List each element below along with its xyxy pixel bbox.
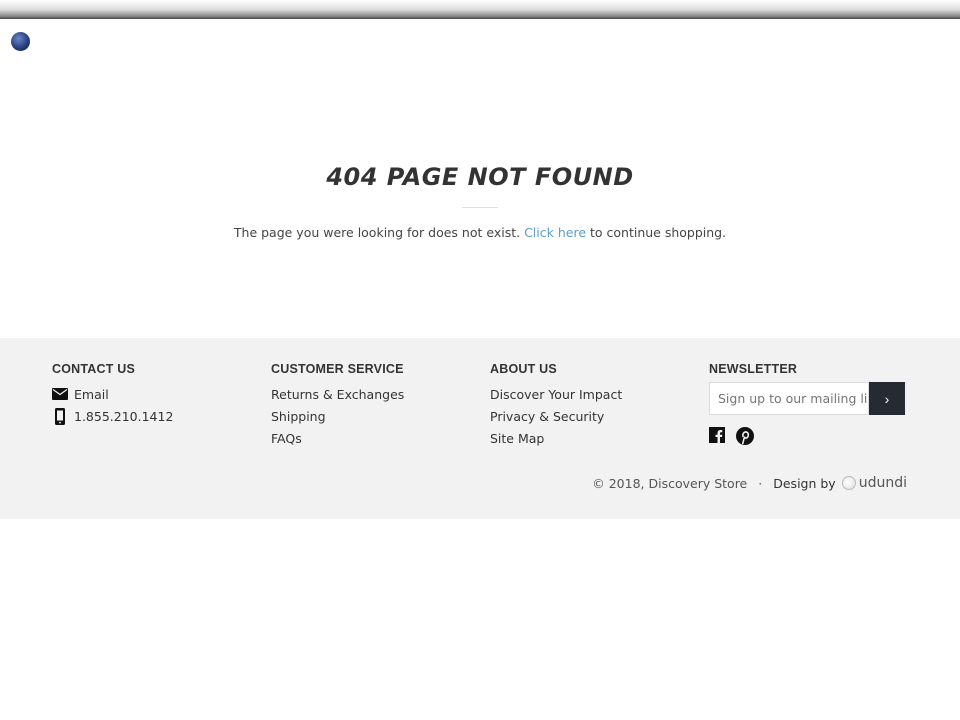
facebook-icon[interactable] (709, 427, 725, 449)
contact-column: CONTACT US Email 1.855.210.1412 (52, 362, 173, 427)
announcement-bar (0, 0, 960, 19)
copyright-bar: © 2018, Discovery Store · Design by udun… (592, 475, 907, 491)
social-links (709, 427, 754, 449)
newsletter-heading: NEWSLETTER (709, 362, 798, 376)
customer-service-heading: CUSTOMER SERVICE (271, 362, 404, 376)
footer-link-faqs[interactable]: FAQs (271, 427, 404, 449)
phone-icon (52, 407, 68, 425)
phone-link[interactable]: 1.855.210.1412 (52, 405, 173, 427)
about-heading: ABOUT US (490, 362, 557, 376)
continue-shopping-link[interactable]: Click here (524, 225, 586, 240)
email-link[interactable]: Email (52, 383, 173, 405)
page-title: 404 PAGE NOT FOUND (326, 163, 634, 191)
footer-link-returns[interactable]: Returns & Exchanges (271, 383, 404, 405)
newsletter-email-input[interactable] (709, 382, 869, 415)
footer-link-impact[interactable]: Discover Your Impact (490, 383, 622, 405)
newsletter-form: › (709, 382, 905, 415)
email-label: Email (74, 386, 109, 402)
message-text: The page you were looking for does not e… (233, 225, 525, 240)
newsletter-submit-button[interactable]: › (869, 382, 905, 415)
customer-service-column: CUSTOMER SERVICE Returns & Exchanges Shi… (271, 362, 404, 449)
about-column: ABOUT US Discover Your Impact Privacy & … (490, 362, 622, 449)
designer-name: udundi (858, 475, 907, 491)
phone-number: 1.855.210.1412 (74, 408, 174, 424)
separator: · (758, 475, 763, 491)
message-text: to continue shopping. (586, 225, 727, 240)
design-by-text: Design by (773, 475, 836, 491)
footer-link-privacy[interactable]: Privacy & Security (490, 405, 622, 427)
newsletter-column: NEWSLETTER (709, 362, 797, 383)
contact-heading: CONTACT US (52, 362, 136, 376)
store-logo[interactable] (11, 32, 30, 51)
envelope-icon (52, 386, 68, 402)
footer: CONTACT US Email 1.855.210.1412 CUSTOMER… (0, 338, 960, 519)
pinterest-icon[interactable] (736, 427, 754, 449)
divider (462, 207, 498, 208)
error-message: The page you were looking for does not e… (0, 225, 960, 240)
copyright-text[interactable]: © 2018, Discovery Store (592, 476, 747, 491)
udundi-link[interactable]: udundi (841, 475, 907, 491)
udundi-logo-icon (841, 476, 856, 490)
footer-link-sitemap[interactable]: Site Map (490, 427, 622, 449)
footer-link-shipping[interactable]: Shipping (271, 405, 404, 427)
